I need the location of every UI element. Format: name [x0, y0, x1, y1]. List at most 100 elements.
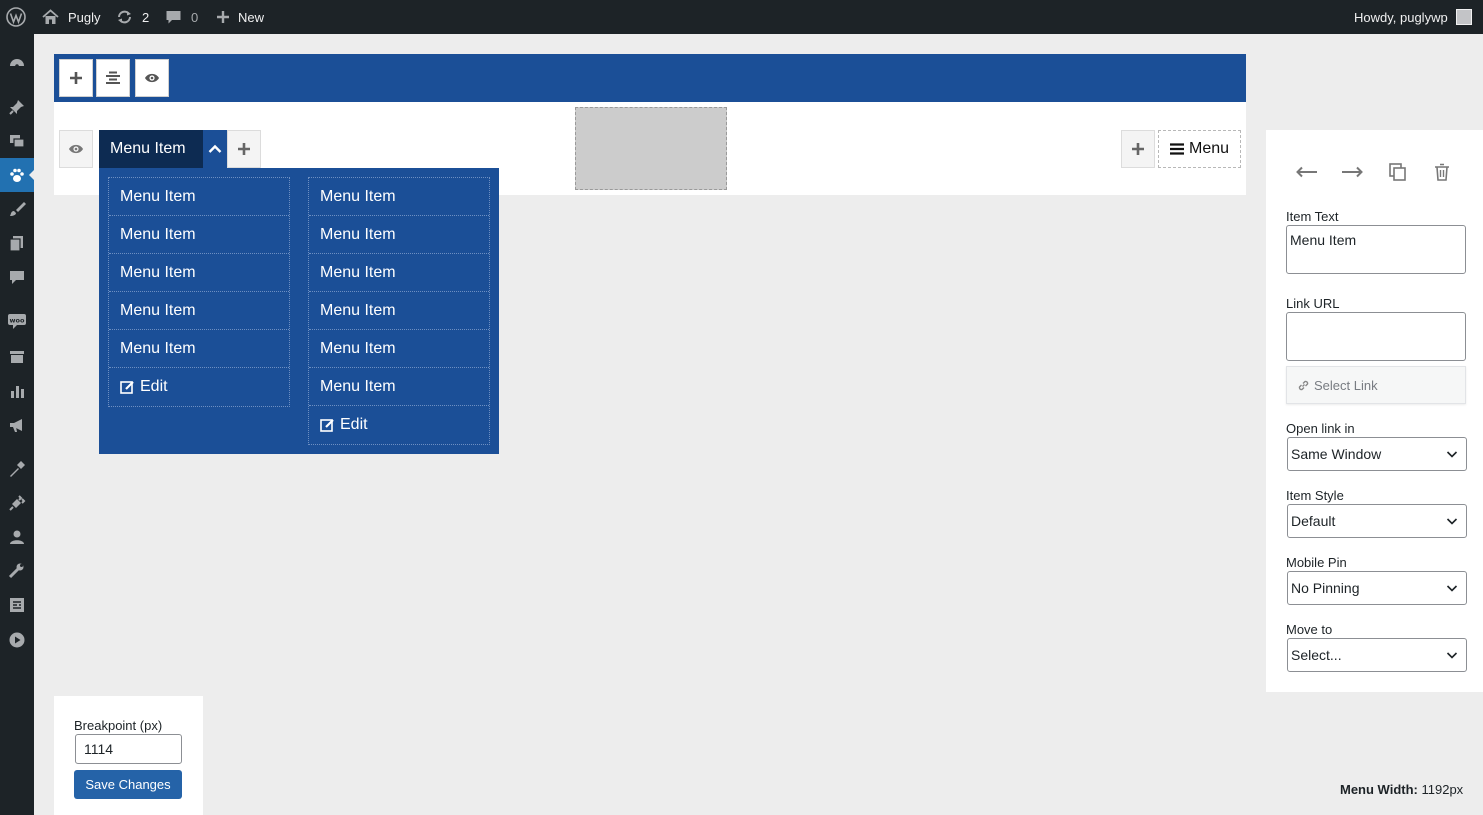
edit-column-button[interactable]: Edit: [109, 368, 289, 406]
list-item[interactable]: Menu Item: [309, 254, 489, 292]
duplicate-button[interactable]: [1385, 160, 1411, 184]
eye-icon: [145, 73, 159, 83]
wordpress-logo-icon[interactable]: [6, 0, 26, 34]
svg-text:woo: woo: [10, 317, 25, 325]
edit-icon: [120, 381, 134, 394]
updates-link[interactable]: 2: [116, 0, 149, 34]
add-menu-item-button[interactable]: [227, 130, 261, 168]
pin-icon[interactable]: [0, 90, 34, 124]
brush-icon[interactable]: [0, 192, 34, 226]
move-to-select[interactable]: Select...: [1287, 638, 1467, 672]
logo-placeholder[interactable]: [575, 107, 727, 190]
menu-width-value: 1192px: [1421, 782, 1464, 797]
users-icon[interactable]: [0, 520, 34, 554]
edit-icon: [320, 419, 334, 432]
save-changes-button[interactable]: Save Changes: [74, 770, 182, 799]
toggle-visibility-button[interactable]: [59, 130, 93, 168]
align-button[interactable]: [96, 59, 130, 97]
item-settings-panel: Item Text Menu Item Link URL Select Link…: [1266, 130, 1483, 692]
list-item[interactable]: Menu Item: [109, 178, 289, 216]
add-row-button[interactable]: [59, 59, 93, 97]
hamburger-icon: [1169, 143, 1184, 155]
align-center-icon: [106, 71, 120, 84]
mobile-pin-label: Mobile Pin: [1286, 555, 1347, 570]
mobile-menu-toggle[interactable]: Menu: [1158, 130, 1241, 168]
collapse-dropdown-button[interactable]: [203, 130, 227, 168]
new-content-link[interactable]: New: [216, 0, 264, 34]
menu-toggle-label: Menu: [1188, 140, 1230, 157]
list-item[interactable]: Menu Item: [309, 178, 489, 216]
edit-column-button[interactable]: Edit: [309, 406, 489, 444]
site-name: Pugly: [68, 9, 101, 25]
appearance-icon[interactable]: [0, 452, 34, 486]
megaphone-icon[interactable]: [0, 408, 34, 442]
chevron-down-icon: [1446, 451, 1458, 458]
list-item[interactable]: Menu Item: [309, 368, 489, 406]
archive-icon[interactable]: [0, 340, 34, 374]
plugins-icon[interactable]: [0, 486, 34, 520]
eye-icon: [69, 144, 83, 154]
tools-icon[interactable]: [0, 554, 34, 588]
link-url-label: Link URL: [1286, 296, 1340, 311]
dropdown-column-1: Menu Item Menu Item Menu Item Menu Item …: [108, 177, 290, 407]
account-menu[interactable]: Howdy, puglywp: [1354, 0, 1472, 34]
menu-width-label: Menu Width:: [1340, 782, 1418, 797]
menu-item-label: Menu Item: [110, 140, 186, 157]
link-url-input[interactable]: [1286, 312, 1466, 361]
add-right-item-button[interactable]: [1121, 130, 1155, 168]
woo-icon[interactable]: woo: [0, 304, 34, 338]
list-item[interactable]: Menu Item: [309, 292, 489, 330]
list-item[interactable]: Menu Item: [109, 254, 289, 292]
move-to-label: Move to: [1286, 622, 1333, 637]
list-item[interactable]: Menu Item: [109, 216, 289, 254]
arrow-left-icon: [1296, 166, 1317, 178]
list-item[interactable]: Menu Item: [309, 330, 489, 368]
media-icon[interactable]: [0, 124, 34, 158]
link-icon: [1298, 380, 1309, 390]
builder-toolbar: [54, 54, 1246, 102]
plus-icon: [217, 11, 229, 23]
copy-icon: [1389, 163, 1406, 181]
stats-icon[interactable]: [0, 374, 34, 408]
mobile-pin-select[interactable]: No Pinning: [1287, 571, 1467, 605]
settings-icon[interactable]: [0, 588, 34, 622]
arrow-right-icon: [1342, 166, 1363, 178]
play-icon[interactable]: [0, 623, 34, 657]
item-text-label: Item Text: [1286, 209, 1339, 224]
open-link-select[interactable]: Same Window: [1287, 437, 1467, 471]
site-name-link[interactable]: Pugly: [42, 0, 101, 34]
comments-icon[interactable]: [0, 260, 34, 294]
select-link-button[interactable]: Select Link: [1286, 366, 1466, 404]
comments-link[interactable]: 0: [165, 0, 198, 34]
move-right-button[interactable]: [1339, 160, 1365, 184]
breakpoint-label: Breakpoint (px): [74, 718, 163, 733]
howdy-text: Howdy, puglywp: [1354, 9, 1448, 25]
menu-item-active[interactable]: Menu Item: [99, 130, 203, 168]
refresh-icon: [118, 10, 131, 24]
item-text-input[interactable]: Menu Item: [1286, 225, 1466, 274]
chevron-up-icon: [208, 144, 222, 153]
move-left-button[interactable]: [1294, 160, 1320, 184]
chevron-down-icon: [1446, 652, 1458, 659]
paw-icon[interactable]: [0, 158, 35, 192]
dashboard-icon[interactable]: [0, 46, 34, 80]
dropdown-column-2: Menu Item Menu Item Menu Item Menu Item …: [308, 177, 490, 445]
home-icon: [42, 9, 59, 24]
admin-bar: Pugly 2 0 New Howdy, puglywp: [0, 0, 1483, 34]
comment-bubble-icon: [166, 11, 181, 24]
delete-button[interactable]: [1429, 160, 1455, 184]
plus-icon: [1132, 143, 1144, 155]
menu-width-readout: Menu Width: 1192px: [1340, 782, 1463, 797]
list-item[interactable]: Menu Item: [309, 216, 489, 254]
item-style-select[interactable]: Default: [1287, 504, 1467, 538]
list-item[interactable]: Menu Item: [109, 292, 289, 330]
breakpoint-panel: Breakpoint (px) 1114 Save Changes: [54, 696, 203, 815]
avatar: [1455, 9, 1472, 25]
mega-dropdown: Menu Item Menu Item Menu Item Menu Item …: [99, 168, 499, 454]
chevron-down-icon: [1446, 585, 1458, 592]
breakpoint-input[interactable]: 1114: [75, 734, 182, 764]
list-item[interactable]: Menu Item: [109, 330, 289, 368]
preview-button[interactable]: [135, 59, 169, 97]
pages-icon[interactable]: [0, 226, 34, 260]
plus-icon: [70, 72, 82, 84]
